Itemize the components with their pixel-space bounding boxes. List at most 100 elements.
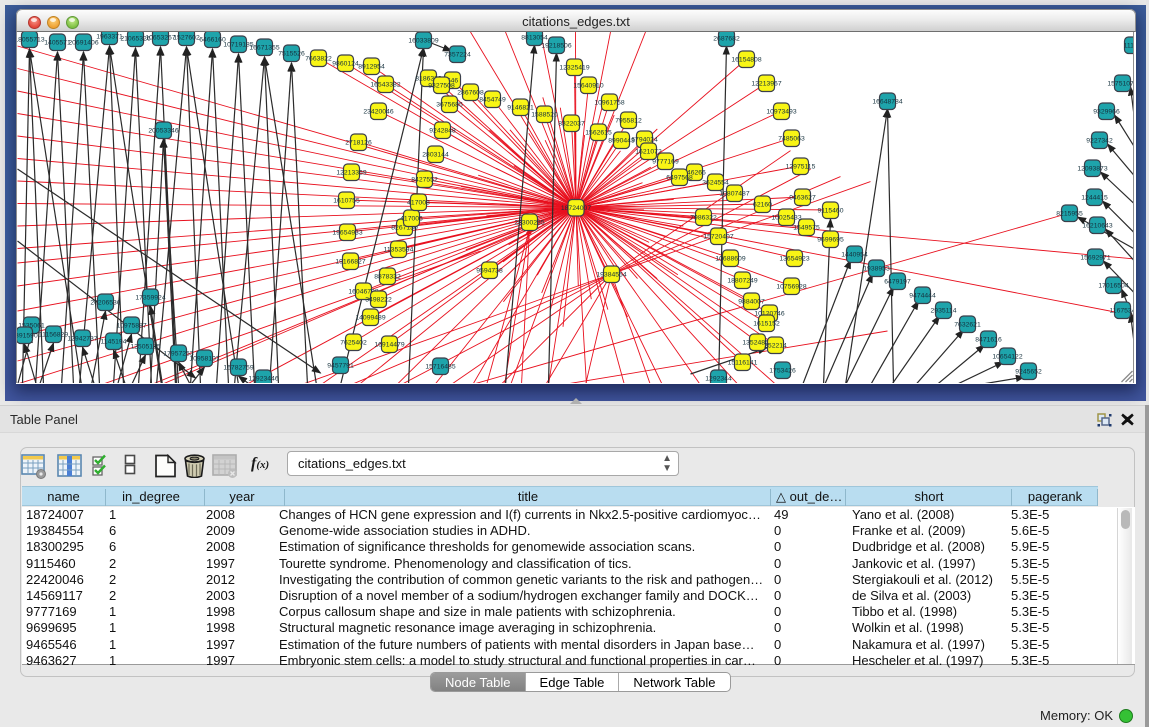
svg-text:10025433: 10025433: [771, 214, 801, 221]
svg-text:10688609: 10688609: [715, 255, 745, 262]
svg-text:12975115: 12975115: [786, 163, 816, 170]
svg-text:62160: 62160: [753, 201, 772, 208]
svg-text:7485063: 7485063: [778, 135, 805, 142]
svg-text:6466160: 6466160: [199, 36, 226, 43]
svg-text:3498222: 3498222: [365, 296, 392, 303]
svg-text:6794024: 6794024: [631, 136, 658, 143]
svg-text:12213369: 12213369: [336, 169, 366, 176]
svg-text:9594738: 9594738: [476, 267, 503, 274]
svg-text:18055713: 18055713: [17, 36, 45, 43]
svg-text:12213967: 12213967: [751, 80, 781, 87]
svg-text:9457791: 9457791: [327, 362, 354, 369]
svg-text:15116141: 15116141: [728, 359, 758, 366]
svg-text:1244415: 1244415: [1081, 194, 1108, 201]
svg-text:1405571: 1405571: [44, 39, 71, 46]
svg-text:16914479: 16914479: [374, 341, 404, 348]
svg-text:3624554: 3624554: [702, 179, 729, 186]
svg-text:11353594: 11353594: [384, 246, 414, 253]
svg-text:8813054: 8813054: [521, 34, 548, 41]
svg-text:15692971: 15692971: [1080, 254, 1110, 261]
svg-text:1391590: 1391590: [17, 332, 38, 339]
svg-text:7986322: 7986322: [690, 214, 717, 221]
svg-text:1292344: 1292344: [705, 375, 732, 382]
svg-text:7625402: 7625402: [340, 339, 367, 346]
svg-text:15751074: 15751074: [1107, 80, 1134, 87]
svg-text:9699695: 9699695: [817, 236, 844, 243]
svg-text:8912954: 8912954: [358, 63, 385, 70]
svg-text:2803144: 2803144: [422, 151, 449, 158]
svg-text:19384554: 19384554: [596, 271, 626, 278]
svg-text:16543382: 16543382: [370, 81, 400, 88]
svg-text:12923446: 12923446: [248, 375, 278, 382]
svg-text:10807487: 10807487: [719, 190, 749, 197]
svg-text:7632621: 7632621: [954, 321, 981, 328]
svg-text:19654933: 19654933: [332, 229, 362, 236]
svg-text:1588520: 1588520: [531, 111, 558, 118]
svg-text:9777169: 9777169: [652, 158, 679, 165]
svg-text:8878332: 8878332: [374, 273, 401, 280]
svg-text:9329966: 9329966: [1093, 108, 1120, 115]
svg-text:2718126: 2718126: [345, 139, 372, 146]
svg-text:10654122: 10654122: [992, 353, 1022, 360]
svg-text:12325419: 12325419: [559, 64, 589, 71]
svg-text:12942737: 12942737: [67, 335, 97, 342]
svg-text:8471616: 8471616: [975, 336, 1002, 343]
svg-text:1615152: 1615152: [753, 320, 780, 327]
svg-text:16671355: 16671355: [249, 44, 279, 51]
svg-text:20206536: 20206536: [90, 299, 120, 306]
svg-text:10973493: 10973493: [766, 108, 796, 115]
svg-text:20053346: 20053346: [148, 127, 178, 134]
svg-text:417008: 417008: [407, 199, 430, 206]
svg-text:9146821: 9146821: [507, 104, 534, 111]
svg-text:1549575: 1549575: [793, 224, 820, 231]
svg-text:16033809: 16033809: [408, 37, 438, 44]
svg-text:9884007: 9884007: [738, 298, 765, 305]
svg-text:16648784: 16648784: [872, 98, 902, 105]
svg-text:17359924: 17359924: [135, 294, 165, 301]
svg-text:9115460: 9115460: [818, 207, 844, 214]
svg-text:18724007: 18724007: [561, 205, 591, 212]
svg-text:10975887: 10975887: [116, 322, 146, 329]
svg-text:8427552: 8427552: [411, 176, 438, 183]
svg-text:1562615: 1562615: [585, 129, 612, 136]
svg-text:8454749: 8454749: [479, 96, 506, 103]
svg-text:3675685: 3675685: [436, 101, 463, 108]
svg-text:10958107: 10958107: [189, 355, 219, 362]
svg-text:12093873: 12093873: [1077, 165, 1107, 172]
svg-text:18807249: 18807249: [727, 277, 757, 284]
svg-text:11174: 11174: [1124, 42, 1134, 49]
svg-text:14099489: 14099489: [355, 314, 385, 321]
svg-text:7357224: 7357224: [444, 51, 471, 58]
svg-text:15640910: 15640910: [573, 82, 603, 89]
svg-text:1753426: 1753426: [769, 367, 796, 374]
svg-text:417006: 417006: [400, 215, 423, 222]
svg-text:1527602: 1527602: [173, 34, 200, 41]
svg-text:15720407: 15720407: [703, 233, 733, 240]
svg-text:2867608: 2867608: [457, 89, 484, 96]
svg-text:1938953: 1938953: [863, 265, 890, 272]
svg-text:19166827: 19166827: [335, 258, 365, 265]
svg-text:9227342: 9227342: [1086, 137, 1113, 144]
svg-text:2687682: 2687682: [713, 35, 740, 42]
svg-text:15716485: 15716485: [425, 363, 455, 370]
svg-text:1145194: 1145194: [101, 338, 127, 345]
svg-text:8322037: 8322037: [558, 120, 585, 127]
svg-text:252214: 252214: [764, 342, 787, 349]
svg-text:2935114: 2935114: [931, 307, 957, 314]
svg-text:9242848: 9242848: [429, 127, 456, 134]
svg-text:10961758: 10961758: [594, 99, 624, 106]
svg-text:9463627: 9463627: [789, 194, 816, 201]
svg-text:7663822: 7663822: [305, 55, 332, 62]
svg-text:16154808: 16154808: [731, 56, 761, 63]
svg-text:9474444: 9474444: [909, 292, 936, 299]
svg-text:16782759: 16782759: [223, 364, 253, 371]
svg-text:16210643: 16210643: [1082, 222, 1112, 229]
svg-text:10653267: 10653267: [145, 34, 175, 41]
svg-text:9327508: 9327508: [428, 82, 455, 89]
svg-text:11156829: 11156829: [39, 331, 68, 338]
svg-text:9860124: 9860124: [332, 60, 359, 67]
svg-text:6479197: 6479197: [884, 278, 911, 285]
svg-text:17016504: 17016504: [1098, 282, 1128, 289]
svg-text:12505135: 12505135: [130, 343, 160, 350]
svg-text:1963371: 1963371: [96, 33, 123, 40]
